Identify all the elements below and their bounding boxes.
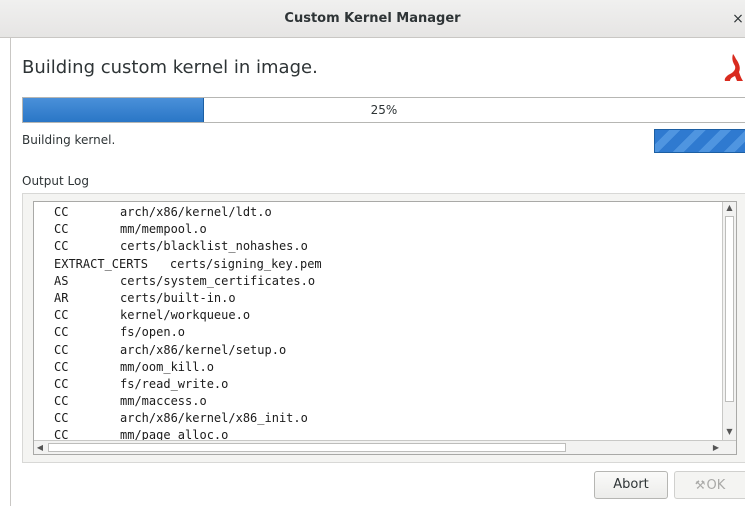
log-line: CC arch/x86/kernel/setup.o bbox=[34, 342, 322, 359]
output-log-label: Output Log bbox=[22, 174, 89, 188]
output-log-textview[interactable]: CC arch/x86/kernel/ldt.o CC mm/mempool.o CC c… bbox=[33, 201, 737, 455]
log-line-tag: AR bbox=[54, 290, 69, 305]
vertical-scroll-thumb[interactable] bbox=[725, 216, 734, 402]
ok-label: OK bbox=[706, 478, 726, 493]
scroll-up-icon[interactable]: ▲ bbox=[723, 202, 736, 214]
log-line-tag: CC bbox=[54, 325, 69, 340]
log-line-path: mm/oom_kill.o bbox=[120, 359, 214, 374]
output-log-lines: CC arch/x86/kernel/ldt.o CC mm/mempool.o CC c… bbox=[34, 204, 322, 445]
log-line-tag: EXTRACT_CERTS bbox=[54, 256, 148, 271]
horizontal-scrollbar[interactable]: ◀ ▶ bbox=[34, 440, 736, 454]
log-line: EXTRACT_CERTS certs/signing_key.pem bbox=[34, 256, 322, 273]
log-line-path: fs/open.o bbox=[120, 325, 186, 340]
log-line-path: certs/built-in.o bbox=[120, 290, 236, 305]
progress-label: 25% bbox=[370, 103, 398, 117]
vertical-scrollbar[interactable]: ▲ ▼ bbox=[722, 202, 736, 440]
window-title: Custom Kernel Manager bbox=[284, 11, 461, 26]
log-line: CC mm/maccess.o bbox=[34, 393, 322, 410]
log-line: AR certs/built-in.o bbox=[34, 290, 322, 307]
build-progress-bar: 25% bbox=[22, 97, 745, 123]
log-line: CC arch/x86/kernel/x86_init.o bbox=[34, 410, 322, 427]
log-line: CC mm/oom_kill.o bbox=[34, 359, 322, 376]
log-line-tag: CC bbox=[54, 359, 69, 374]
log-line-tag: CC bbox=[54, 308, 69, 323]
log-line-tag: CC bbox=[54, 239, 69, 254]
log-line-path: mm/maccess.o bbox=[120, 394, 207, 409]
log-line: CC fs/open.o bbox=[34, 324, 322, 341]
abort-button[interactable]: Abort bbox=[594, 471, 668, 499]
scroll-left-icon[interactable]: ◀ bbox=[34, 441, 46, 454]
log-line-tag: AS bbox=[54, 273, 69, 288]
log-line: CC certs/blacklist_nohashes.o bbox=[34, 238, 322, 255]
log-line-path: mm/mempool.o bbox=[120, 222, 207, 237]
log-line-path: certs/system_certificates.o bbox=[120, 273, 316, 288]
log-line-path: certs/blacklist_nohashes.o bbox=[120, 239, 308, 254]
activity-indicator bbox=[654, 129, 745, 153]
log-line-path: kernel/workqueue.o bbox=[120, 308, 251, 323]
log-line-path: fs/read_write.o bbox=[120, 376, 229, 391]
log-line: CC fs/read_write.o bbox=[34, 376, 322, 393]
log-line-path: certs/signing_key.pem bbox=[169, 256, 322, 271]
window-titlebar[interactable]: Custom Kernel Manager × bbox=[0, 0, 745, 38]
close-icon[interactable]: × bbox=[731, 9, 745, 29]
log-line-tag: CC bbox=[54, 394, 69, 409]
log-line-tag: CC bbox=[54, 411, 69, 426]
log-line-tag: CC bbox=[54, 376, 69, 391]
horizontal-scroll-thumb[interactable] bbox=[48, 443, 566, 452]
wrench-icon: ⚒ bbox=[694, 478, 706, 492]
log-line: CC arch/x86/kernel/ldt.o bbox=[34, 204, 322, 221]
log-line-tag: CC bbox=[54, 205, 69, 219]
scroll-down-icon[interactable]: ▼ bbox=[723, 426, 736, 438]
log-line: CC kernel/workqueue.o bbox=[34, 307, 322, 324]
ok-button[interactable]: ⚒OK bbox=[674, 471, 745, 499]
scroll-right-icon[interactable]: ▶ bbox=[710, 441, 722, 454]
status-text: Building kernel. bbox=[22, 133, 116, 147]
log-line-tag: CC bbox=[54, 342, 69, 357]
page-title: Building custom kernel in image. bbox=[22, 57, 318, 78]
log-line-path: arch/x86/kernel/ldt.o bbox=[120, 205, 272, 219]
log-line-path: arch/x86/kernel/setup.o bbox=[120, 342, 287, 357]
log-line-path: arch/x86/kernel/x86_init.o bbox=[120, 411, 308, 426]
log-line: AS certs/system_certificates.o bbox=[34, 273, 322, 290]
log-line: CC mm/mempool.o bbox=[34, 221, 322, 238]
log-line-tag: CC bbox=[54, 222, 69, 237]
red-brand-logo-icon bbox=[724, 54, 743, 81]
